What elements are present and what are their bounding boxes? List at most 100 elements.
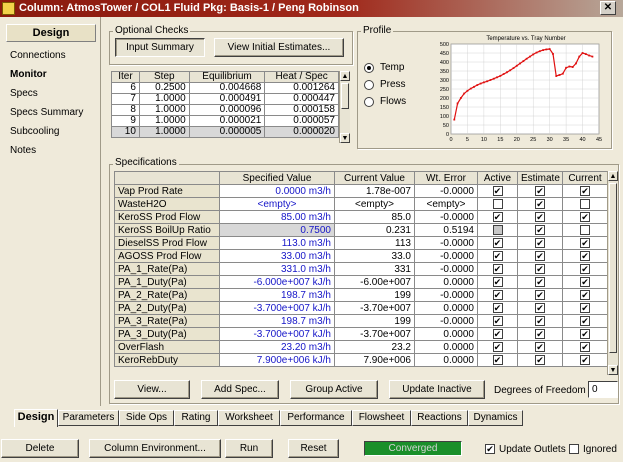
active-checkbox[interactable]: ✔ [492,237,503,248]
specified-value-cell[interactable]: 33.00 m3/h [219,249,335,263]
estimate-checkbox[interactable]: ✔ [535,302,545,313]
estimate-checkbox[interactable]: ✔ [535,211,545,222]
delete-button[interactable]: Delete [1,439,79,458]
specified-value-cell[interactable]: -6.000e+007 kJ/h [219,275,335,289]
group-active-button[interactable]: Group Active [290,380,378,399]
active-checkbox[interactable]: ✔ [492,211,503,222]
table-row[interactable]: PA_1_Duty(Pa) -6.000e+007 kJ/h -6.00e+007 0… [114,275,608,289]
scroll-up-icon[interactable]: ▲ [340,71,350,81]
column-environment-button[interactable]: Column Environment... [89,439,221,458]
profile-press-radio[interactable] [364,80,374,90]
current-checkbox[interactable]: ✔ [580,250,590,261]
active-checkbox[interactable]: ✔ [492,354,503,365]
run-button[interactable]: Run [225,439,273,458]
specifications-scrollbar[interactable]: ▲ ▼ [607,171,618,375]
specified-value-cell[interactable]: 198.7 m3/h [219,314,335,328]
estimate-checkbox[interactable]: ✔ [535,276,545,287]
estimate-checkbox[interactable]: ✔ [535,198,545,209]
table-row[interactable]: WasteH2O <empty> <empty> <empty> ✔ [114,197,608,211]
add-spec-button[interactable]: Add Spec... [201,380,279,399]
estimate-checkbox[interactable]: ✔ [535,185,545,196]
table-row[interactable]: KeroRebDuty 7.900e+006 kJ/h 7.90e+006 0.000… [114,353,608,367]
specified-value-cell[interactable]: 198.7 m3/h [219,288,335,302]
tab-dynamics[interactable]: Dynamics [468,410,523,426]
active-checkbox[interactable]: ✔ [492,315,503,326]
table-row[interactable]: Vap Prod Rate 0.0000 m3/h 1.78e-007 -0.0000… [114,184,608,198]
current-checkbox[interactable] [580,198,590,209]
sidebar-item-specs-summary[interactable]: Specs Summary [10,107,83,118]
current-checkbox[interactable]: ✔ [580,328,590,339]
current-checkbox[interactable]: ✔ [580,185,590,196]
current-checkbox[interactable]: ✔ [580,237,590,248]
scroll-up-icon[interactable]: ▲ [608,171,618,181]
sidebar-item-specs[interactable]: Specs [10,88,38,99]
table-row[interactable]: KeroSS BoilUp Ratio 0.7500 0.231 0.5194 ✔ [114,223,608,237]
specified-value-cell[interactable]: 0.7500 [219,223,335,237]
update-outlets-checkbox[interactable]: ✔ [485,444,495,454]
sidebar-item-notes[interactable]: Notes [10,145,36,156]
sidebar-item-subcooling[interactable]: Subcooling [10,126,59,137]
table-row[interactable]: PA_2_Rate(Pa) 198.7 m3/h 199 -0.0000 ✔ ✔ ✔ [114,288,608,302]
current-checkbox[interactable]: ✔ [580,276,590,287]
estimate-checkbox[interactable]: ✔ [535,289,545,300]
table-row[interactable]: AGOSS Prod Flow 33.00 m3/h 33.0 -0.0000 ✔ ✔ ✔ [114,249,608,263]
ignored-checkbox[interactable] [569,444,579,454]
update-inactive-button[interactable]: Update Inactive [389,380,485,399]
scroll-thumb[interactable] [341,83,349,109]
table-row[interactable]: PA_3_Duty(Pa) -3.700e+007 kJ/h -3.70e+007 0… [114,327,608,341]
current-checkbox[interactable]: ✔ [580,341,590,352]
active-checkbox[interactable] [492,224,503,235]
tab-rating[interactable]: Rating [174,410,218,426]
estimate-checkbox[interactable]: ✔ [535,263,545,274]
reset-button[interactable]: Reset [288,439,339,458]
current-checkbox[interactable]: ✔ [580,315,590,326]
profile-temp-radio[interactable] [364,63,374,73]
specified-value-cell[interactable]: 23.20 m3/h [219,340,335,354]
profile-flows-radio[interactable] [364,97,374,107]
estimate-checkbox[interactable]: ✔ [535,224,545,235]
sidebar-item-monitor[interactable]: Monitor [10,69,47,80]
table-row[interactable]: KeroSS Prod Flow 85.00 m3/h 85.0 -0.0000 ✔ ✔ ✔ [114,210,608,224]
scroll-thumb[interactable] [609,183,617,353]
tab-reactions[interactable]: Reactions [411,410,468,426]
scroll-down-icon[interactable]: ▼ [340,133,350,143]
specified-value-cell[interactable]: 113.0 m3/h [219,236,335,250]
estimate-checkbox[interactable]: ✔ [535,315,545,326]
estimate-checkbox[interactable]: ✔ [535,354,545,365]
estimate-checkbox[interactable]: ✔ [535,341,545,352]
active-checkbox[interactable]: ✔ [492,276,503,287]
view-initial-estimates-button[interactable]: View Initial Estimates... [214,38,344,57]
current-checkbox[interactable]: ✔ [580,263,590,274]
active-checkbox[interactable]: ✔ [492,250,503,261]
specified-value-cell[interactable]: 7.900e+006 kJ/h [219,353,335,367]
sidebar-item-connections[interactable]: Connections [10,50,66,61]
specified-value-cell[interactable]: 85.00 m3/h [219,210,335,224]
tab-performance[interactable]: Performance [280,410,352,426]
table-row[interactable]: OverFlash 23.20 m3/h 23.2 0.0000 ✔ ✔ ✔ [114,340,608,354]
tab-flowsheet[interactable]: Flowsheet [352,410,411,426]
specified-value-cell[interactable]: 0.0000 m3/h [219,184,335,198]
active-checkbox[interactable] [492,198,503,209]
table-row[interactable]: PA_2_Duty(Pa) -3.700e+007 kJ/h -3.70e+007 0… [114,301,608,315]
specified-value-cell[interactable]: <empty> [219,197,335,211]
current-checkbox[interactable] [580,224,590,235]
current-checkbox[interactable]: ✔ [580,354,590,365]
table-row[interactable]: PA_3_Rate(Pa) 198.7 m3/h 199 -0.0000 ✔ ✔ ✔ [114,314,608,328]
active-checkbox[interactable]: ✔ [492,328,503,339]
tab-side-ops[interactable]: Side Ops [119,410,174,426]
scroll-down-icon[interactable]: ▼ [608,365,618,375]
active-checkbox[interactable]: ✔ [492,341,503,352]
input-summary-button[interactable]: Input Summary [115,38,205,57]
estimate-checkbox[interactable]: ✔ [535,237,545,248]
view-spec-button[interactable]: View... [114,380,190,399]
iteration-scrollbar[interactable]: ▲ ▼ [339,71,350,143]
active-checkbox[interactable]: ✔ [492,263,503,274]
tab-design[interactable]: Design [14,409,58,427]
estimate-checkbox[interactable]: ✔ [535,328,545,339]
active-checkbox[interactable]: ✔ [492,289,503,300]
close-icon[interactable]: ✕ [600,1,616,15]
active-checkbox[interactable]: ✔ [492,185,503,196]
active-checkbox[interactable]: ✔ [492,302,503,313]
tab-parameters[interactable]: Parameters [58,410,119,426]
estimate-checkbox[interactable]: ✔ [535,250,545,261]
